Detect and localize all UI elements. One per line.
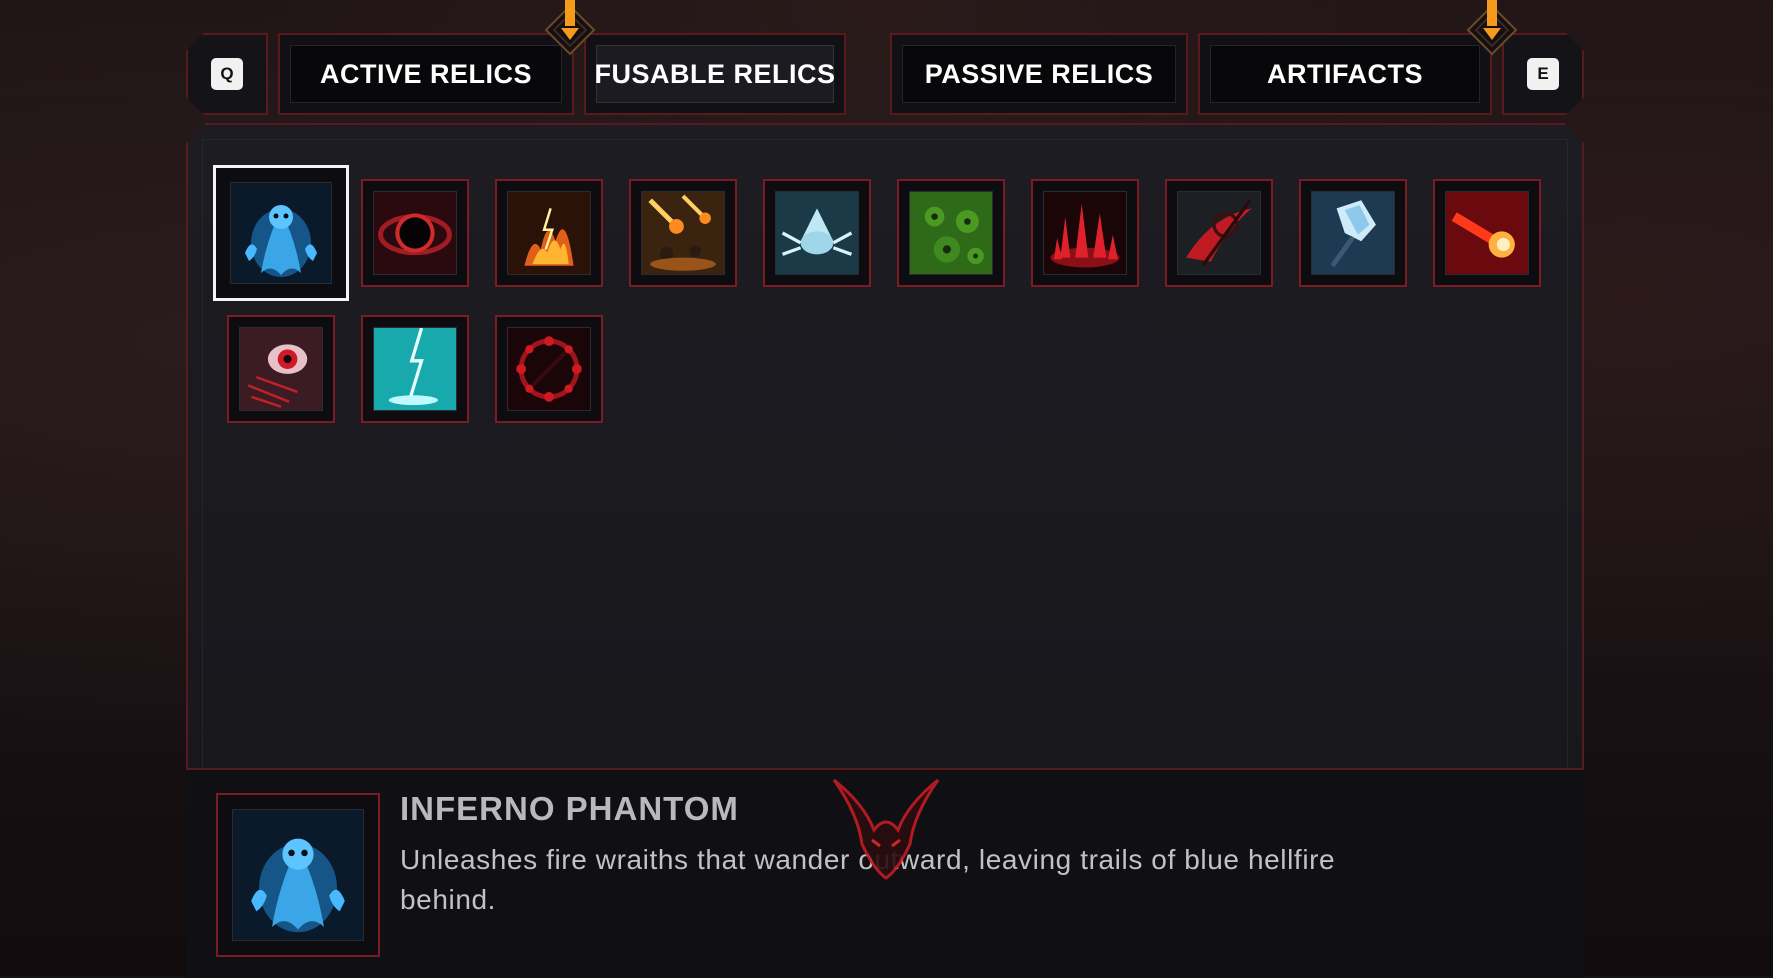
tab-artifacts[interactable]: ARTIFACTS [1198,33,1492,115]
relic-slot-10[interactable] [1433,179,1541,287]
relic-slot-12[interactable] [361,315,469,423]
prev-tab-keycap: Q [211,58,243,90]
relic-slot-13[interactable] [495,315,603,423]
ice-axe-icon [1312,192,1394,274]
relic-slot-inferno-phantom[interactable] [213,165,349,301]
next-tab-keycap: E [1527,58,1559,90]
relic-slot-4[interactable] [629,179,737,287]
notification-marker-icon [1466,0,1518,56]
prev-tab-key-slot[interactable]: Q [186,33,268,115]
relic-slot-11[interactable] [227,315,335,423]
relic-slot-7[interactable] [1031,179,1139,287]
relic-slot-9[interactable] [1299,179,1407,287]
notification-marker-icon [544,0,596,56]
relic-tab-bar: Q ACTIVE RELICS FUSABLE RELICS PASSIVE R… [186,0,1584,115]
tab-active-relics-label: ACTIVE RELICS [319,58,533,89]
fire-lightning-icon [508,192,590,274]
blood-ring-icon [508,328,590,410]
tab-fusable-relics-label: FUSABLE RELICS [594,58,836,89]
tab-artifacts-label: ARTIFACTS [1267,58,1423,89]
relic-slot-6[interactable] [897,179,1005,287]
ice-spider-icon [776,192,858,274]
evil-eye-icon [240,328,322,410]
selected-relic-preview [216,793,380,957]
relic-slot-8[interactable] [1165,179,1273,287]
tab-fusable-relics[interactable]: FUSABLE RELICS [584,33,846,115]
blood-scythe-icon [1178,192,1260,274]
cyan-lightning-icon [374,328,456,410]
blue-flame-ghost-icon [233,810,363,940]
tab-active-relics[interactable]: ACTIVE RELICS [278,33,574,115]
relic-name: INFERNO PHANTOM [400,790,739,827]
fire-bolt-icon [1446,192,1528,274]
relic-slot-5[interactable] [763,179,871,287]
blood-spikes-icon [1044,192,1126,274]
blue-flame-ghost-icon [231,183,331,283]
tab-passive-relics-label: PASSIVE RELICS [924,58,1154,89]
meteor-shower-icon [642,192,724,274]
demon-emblem-icon [832,778,940,880]
relic-slot-3[interactable] [495,179,603,287]
poison-swarm-icon [910,192,992,274]
relic-slot-2[interactable] [361,179,469,287]
black-hole-icon [374,192,456,274]
tab-passive-relics[interactable]: PASSIVE RELICS [890,33,1188,115]
